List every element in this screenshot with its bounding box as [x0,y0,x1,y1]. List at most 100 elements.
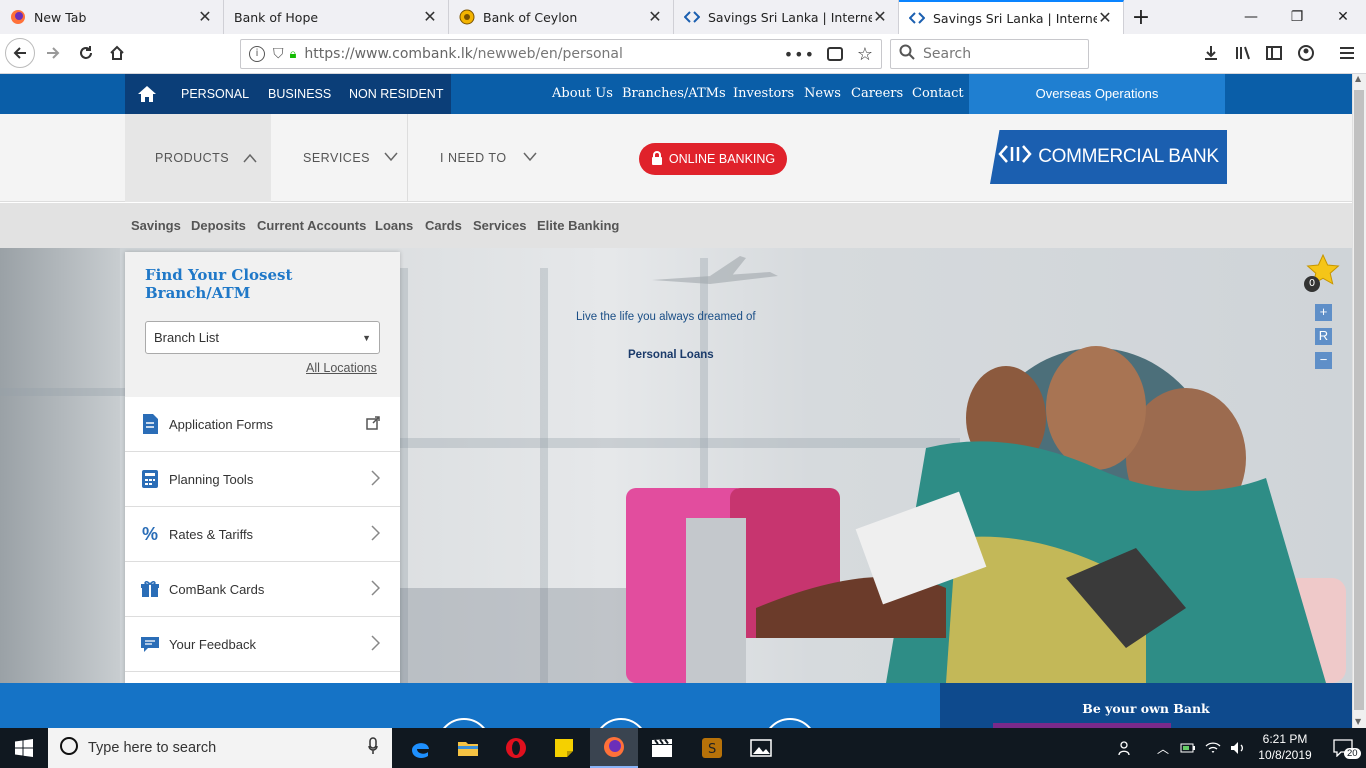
application-forms-link[interactable]: Application Forms [125,397,400,452]
all-locations-link[interactable]: All Locations [306,361,377,375]
segment-non-resident[interactable]: NON RESIDENT [349,74,443,114]
file-explorer-icon[interactable] [444,728,492,768]
windows-start-icon[interactable] [0,728,48,768]
submenu-elite-banking[interactable]: Elite Banking [537,203,619,248]
gift-icon [125,580,169,598]
tab-bank-of-hope[interactable]: Bank of Hope ✕ [224,0,449,34]
chevron-up-icon[interactable]: ︿ [1150,728,1176,768]
windows-taskbar: Type here to search S ︿ 6:21 PM 10/8/201… [0,728,1366,768]
overseas-operations-link[interactable]: Overseas Operations [969,74,1225,114]
scroll-down-icon[interactable]: ▼ [1355,717,1361,726]
sidebar-icon[interactable] [1259,38,1289,68]
close-icon[interactable]: ✕ [1097,10,1113,26]
zoom-reset-button[interactable]: R [1315,328,1332,345]
search-placeholder: Search [923,46,972,62]
restore-icon[interactable]: ❐ [1274,0,1320,34]
people-icon[interactable] [1106,728,1146,768]
window-close-icon[interactable]: ✕ [1320,0,1366,34]
close-icon[interactable]: ✕ [647,9,663,25]
system-clock[interactable]: 6:21 PM 10/8/2019 [1250,731,1320,763]
tab-products[interactable]: PRODUCTS [125,114,271,202]
combank-cards-link[interactable]: ComBank Cards [125,562,400,617]
firefox-taskbar-icon[interactable] [590,728,638,768]
sublime-icon[interactable]: S [688,728,736,768]
shield-icon[interactable]: ⛉ [273,46,284,62]
url-bar[interactable]: i ⛉ 🔒︎ https://www.combank.lk/newweb/en/… [240,39,882,69]
clock-date: 10/8/2019 [1258,748,1312,762]
rates-tariffs-link[interactable]: % Rates & Tariffs [125,507,400,562]
external-link-icon [366,414,380,435]
library-icon[interactable] [1228,38,1258,68]
zoom-out-button[interactable]: − [1315,352,1332,369]
sticky-notes-icon[interactable] [540,728,588,768]
back-icon[interactable] [5,38,35,68]
account-icon[interactable] [1291,38,1321,68]
branch-list-select[interactable]: Branch List ▼ [145,321,380,354]
link-branches-atms[interactable]: Branches/ATMs [622,74,726,114]
submenu-loans[interactable]: Loans [375,203,413,248]
submenu-current-accounts[interactable]: Current Accounts [257,203,366,248]
tab-bank-of-ceylon[interactable]: Bank of Ceylon ✕ [449,0,674,34]
home-icon[interactable] [102,38,132,68]
microphone-icon[interactable] [368,737,378,759]
volume-icon[interactable] [1226,728,1250,768]
tab-label: New Tab [34,9,87,25]
online-banking-button[interactable]: ONLINE BANKING [639,143,787,175]
close-icon[interactable]: ✕ [872,9,888,25]
page-actions-icon[interactable]: ••• [784,45,815,64]
tab-savings-2[interactable]: Savings Sri Lanka | Internet Ban ✕ [899,0,1124,34]
scrollbar-thumb[interactable] [1354,90,1364,710]
planning-tools-link[interactable]: Planning Tools [125,452,400,507]
tab-services[interactable]: SERVICES [271,114,408,202]
site-top-bar: PERSONAL BUSINESS NON RESIDENT About Us … [0,74,1352,123]
chevron-down-icon [384,151,398,165]
link-investors[interactable]: Investors [733,74,794,114]
zoom-in-button[interactable]: + [1315,304,1332,321]
link-about-us[interactable]: About Us [552,74,613,114]
url-text[interactable]: https://www.combank.lk/newweb/en/persona… [304,46,622,62]
tab-savings-1[interactable]: Savings Sri Lanka | Internet Ban ✕ [674,0,899,34]
online-banking-label: ONLINE BANKING [668,152,776,166]
minimize-icon[interactable]: — [1228,0,1274,34]
taskbar-search-input[interactable]: Type here to search [48,728,392,768]
download-icon[interactable] [1196,38,1226,68]
segment-personal[interactable]: PERSONAL [181,74,249,114]
new-tab-button[interactable]: + [1124,0,1158,34]
info-icon[interactable]: i [249,46,265,62]
link-careers[interactable]: Careers [851,74,903,114]
segment-business[interactable]: BUSINESS [268,74,331,114]
commercial-bank-logo[interactable]: COMMERCIAL BANK [990,130,1227,184]
submenu-deposits[interactable]: Deposits [191,203,246,248]
tab-i-need-to[interactable]: I NEED TO [408,114,548,202]
wifi-icon[interactable] [1200,728,1226,768]
bookmark-star-icon[interactable]: ☆ [857,44,873,65]
battery-icon[interactable] [1176,728,1200,768]
reload-icon[interactable] [71,38,101,68]
clapper-icon[interactable] [638,728,686,768]
scroll-up-icon[interactable]: ▲ [1355,74,1361,83]
forward-icon[interactable] [38,38,68,68]
submenu-cards[interactable]: Cards [425,203,462,248]
photos-icon[interactable] [737,728,785,768]
site-home-icon[interactable] [125,74,168,114]
browser-tab-bar: New Tab ✕ Bank of Hope ✕ Bank of Ceylon … [0,0,1366,34]
search-input[interactable]: Search [890,39,1089,69]
menu-icon[interactable] [1332,38,1362,68]
opera-icon[interactable] [492,728,540,768]
close-icon[interactable]: ✕ [197,9,213,25]
link-contact[interactable]: Contact [912,74,964,114]
be-your-own-bank-section: Be your own Bank [940,683,1352,728]
close-icon[interactable]: ✕ [422,9,438,25]
submenu-savings[interactable]: Savings [131,203,181,248]
link-news[interactable]: News [804,74,841,114]
airplane-icon [652,256,778,284]
chevron-right-icon [370,525,381,546]
your-feedback-link[interactable]: Your Feedback [125,617,400,672]
tab-new-tab[interactable]: New Tab ✕ [0,0,224,34]
favourites-star-icon[interactable]: 0 [1304,253,1340,292]
notification-center-icon[interactable]: 20 [1320,728,1366,768]
pocket-icon[interactable] [827,47,843,61]
lock-icon[interactable]: 🔒︎ [290,47,297,62]
submenu-services[interactable]: Services [473,203,527,248]
edge-icon[interactable] [396,728,444,768]
